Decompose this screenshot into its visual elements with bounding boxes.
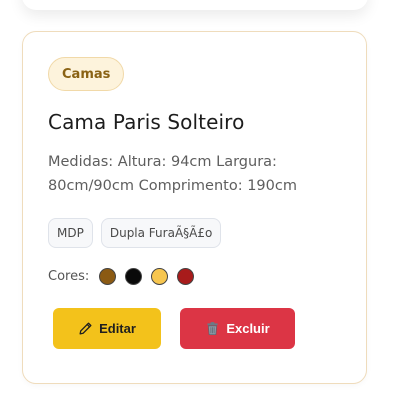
tag-list: MDP Dupla FuraÃ§Ã£o [48, 218, 341, 248]
product-title: Cama Paris Solteiro [48, 110, 245, 134]
edit-button[interactable]: Editar [53, 308, 161, 349]
trash-icon [205, 321, 220, 336]
category-badge: Camas [48, 57, 125, 91]
tag-item: MDP [48, 218, 93, 248]
card-actions: Editar Excluir [48, 308, 341, 349]
pencil-icon [78, 321, 93, 336]
previous-card [22, 0, 368, 10]
product-description: Medidas: Altura: 94cm Largura: 80cm/90cm… [48, 154, 297, 194]
delete-button-label: Excluir [226, 321, 270, 336]
color-swatch [177, 267, 195, 285]
color-swatch [151, 267, 169, 285]
tag-item: Dupla FuraÃ§Ã£o [100, 218, 222, 248]
delete-button[interactable]: Excluir [180, 308, 295, 349]
color-swatch [125, 267, 143, 285]
color-swatch [99, 267, 117, 285]
colors-label: Cores: [48, 268, 90, 284]
product-card: Camas Cama Paris Solteiro Medidas: Altur… [22, 31, 367, 384]
color-list: Cores: [48, 264, 341, 288]
edit-button-label: Editar [99, 321, 136, 336]
